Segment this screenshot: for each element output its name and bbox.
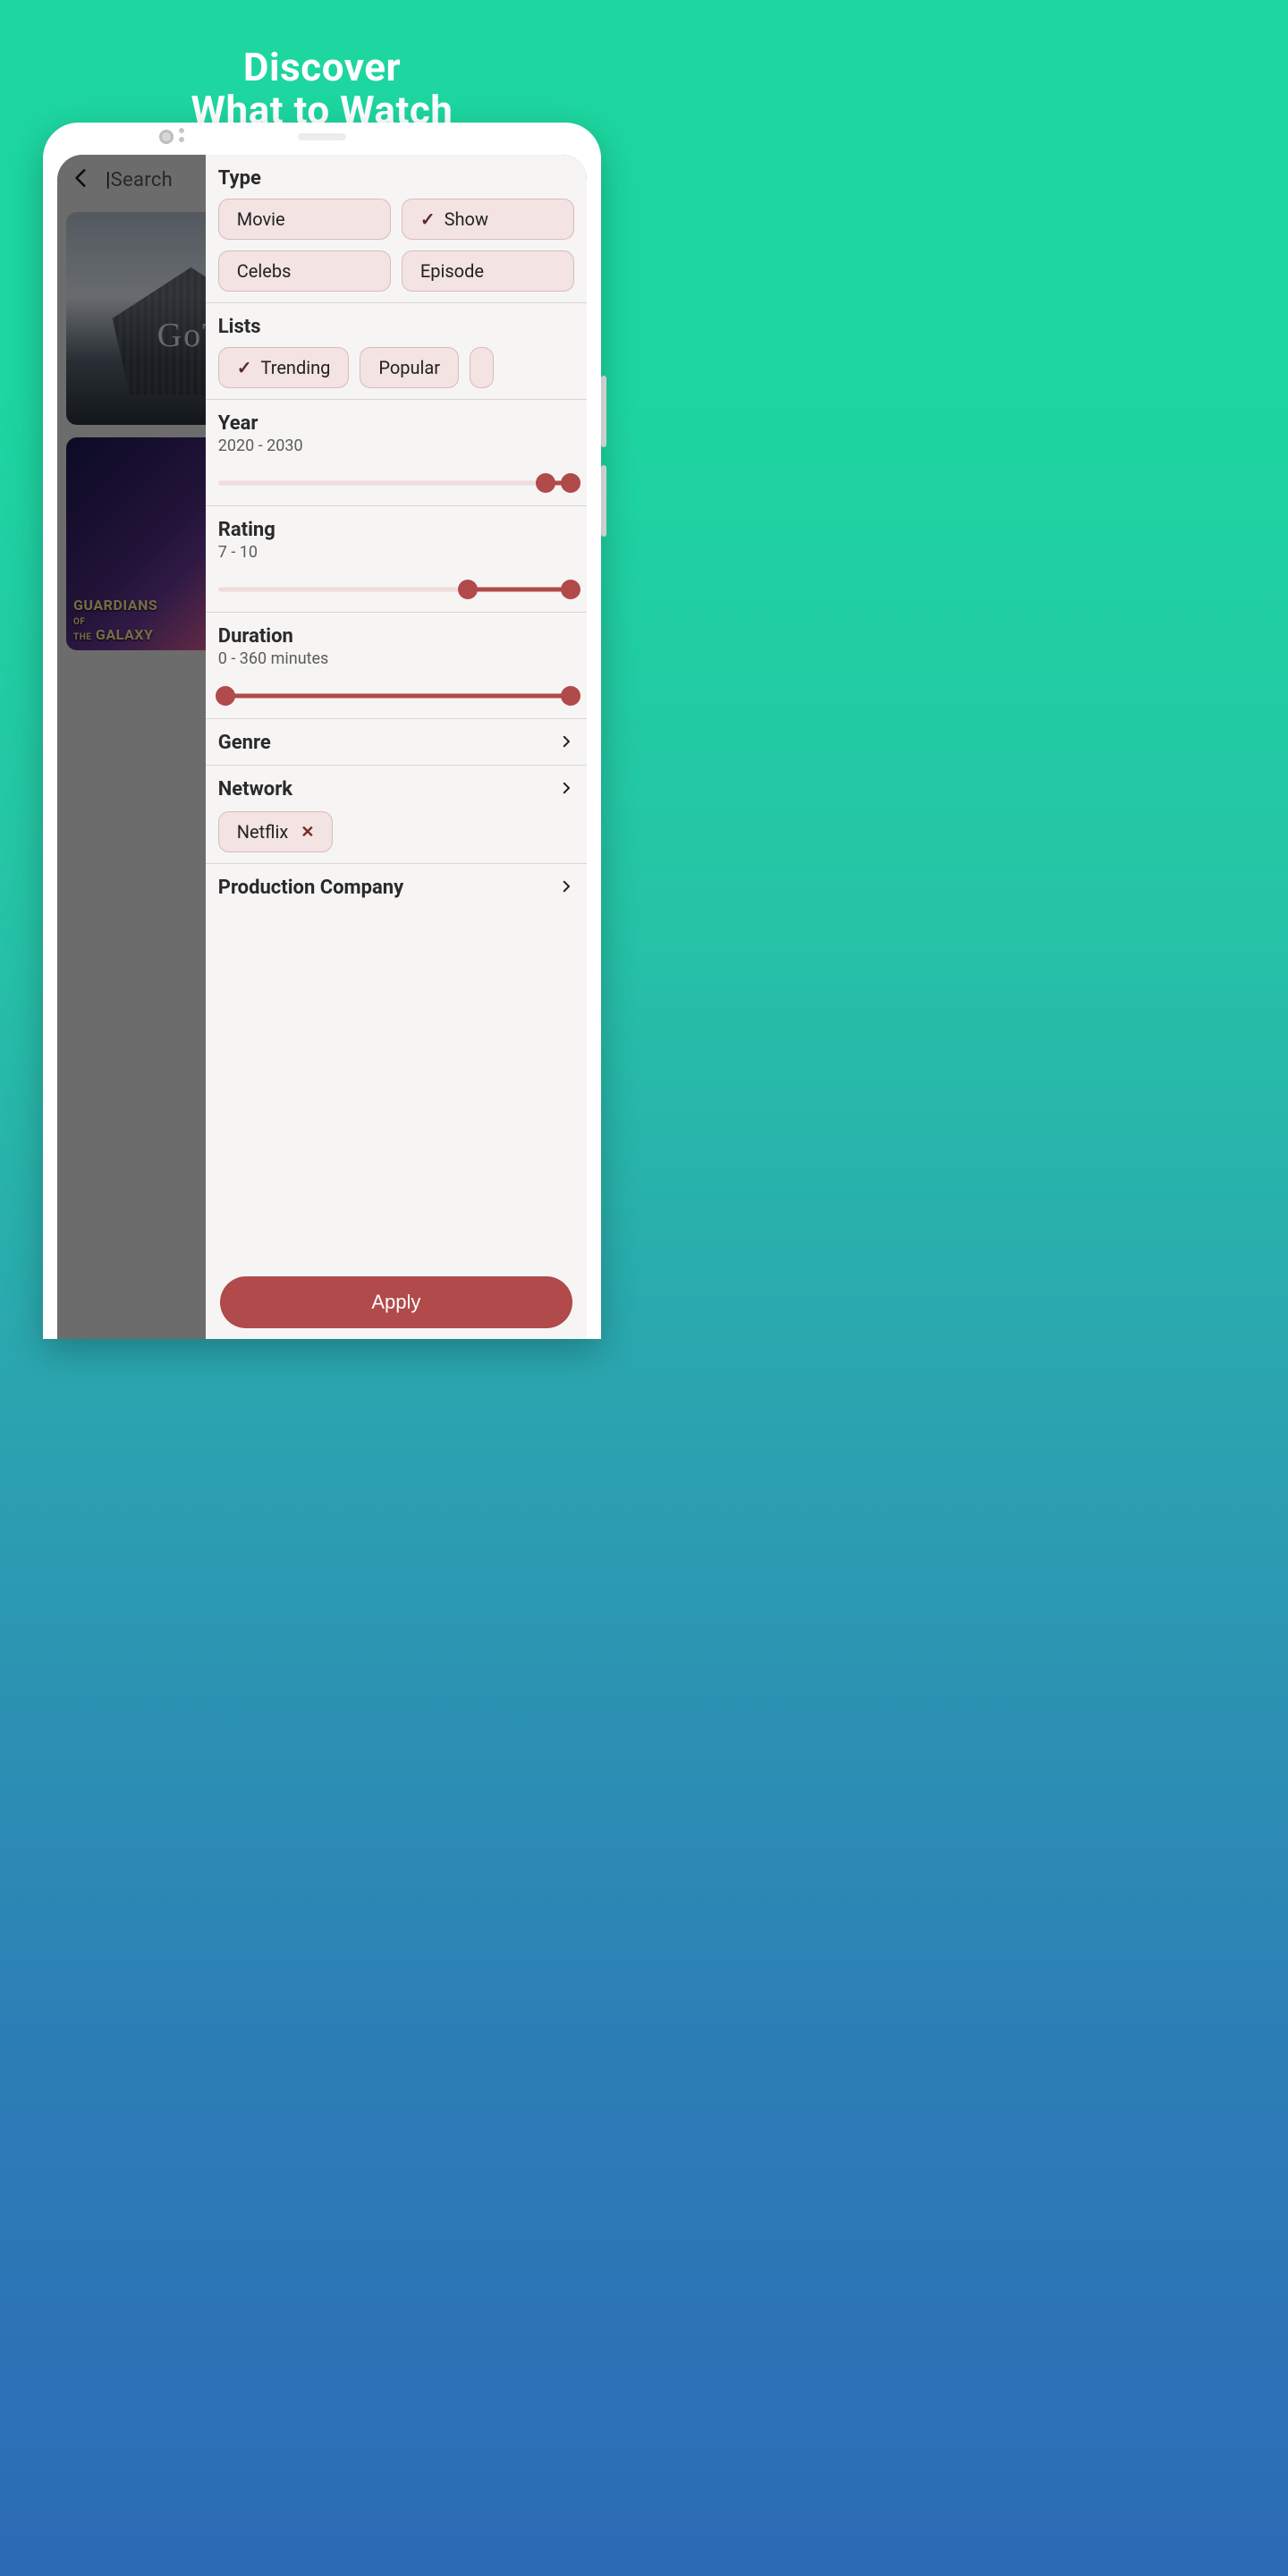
filter-section-rating: Rating 7 - 10 xyxy=(206,506,587,613)
rating-range-text: 7 - 10 xyxy=(218,543,574,562)
chip-type-episode[interactable]: Episode xyxy=(402,250,574,292)
chip-list-trending[interactable]: ✓Trending xyxy=(218,347,350,388)
hero-line-1: Discover xyxy=(243,44,401,90)
chip-type-show[interactable]: ✓Show xyxy=(402,199,574,240)
phone-side-button xyxy=(601,376,606,447)
section-title: Production Company xyxy=(218,877,403,899)
slider-thumb-min[interactable] xyxy=(458,580,478,599)
slider-thumb-max[interactable] xyxy=(561,686,580,706)
chip-list-popular[interactable]: Popular xyxy=(360,347,459,388)
chip-network-netflix[interactable]: Netflix ✕ xyxy=(218,811,334,852)
filter-row-genre[interactable]: Genre xyxy=(206,719,587,766)
camera-dot xyxy=(159,130,174,144)
phone-screen: |Search GoT 9.0 📺 DEADPOOL 8.3 🎬 GUARDIA… xyxy=(57,155,587,1339)
filter-row-network[interactable]: Network xyxy=(218,778,574,801)
phone-notch xyxy=(43,123,601,155)
apply-button[interactable]: Apply xyxy=(220,1276,572,1328)
section-title: Type xyxy=(218,167,574,190)
phone-frame: |Search GoT 9.0 📺 DEADPOOL 8.3 🎬 GUARDIA… xyxy=(43,123,601,1339)
section-title: Network xyxy=(218,778,292,801)
year-slider[interactable] xyxy=(218,471,574,495)
phone-side-button xyxy=(601,465,606,537)
year-range-text: 2020 - 2030 xyxy=(218,436,574,455)
section-title: Genre xyxy=(218,732,271,754)
section-title: Duration xyxy=(218,625,574,648)
hero-title: Discover What to Watch xyxy=(0,0,644,131)
duration-slider[interactable] xyxy=(218,684,574,708)
slider-thumb-max[interactable] xyxy=(561,473,580,493)
filter-panel: Type Movie ✓Show Celebs Episode Lists ✓T… xyxy=(206,155,587,1339)
duration-range-text: 0 - 360 minutes xyxy=(218,649,574,668)
filter-row-production[interactable]: Production Company xyxy=(206,864,587,962)
chip-type-celebs[interactable]: Celebs xyxy=(218,250,391,292)
check-icon: ✓ xyxy=(420,208,436,230)
filter-section-lists: Lists ✓Trending Popular xyxy=(206,303,587,400)
chip-type-movie[interactable]: Movie xyxy=(218,199,391,240)
chip-list-more[interactable] xyxy=(470,347,494,388)
filter-section-year: Year 2020 - 2030 xyxy=(206,400,587,506)
filter-section-duration: Duration 0 - 360 minutes xyxy=(206,613,587,719)
slider-thumb-min[interactable] xyxy=(536,473,555,493)
slider-thumb-max[interactable] xyxy=(561,580,580,599)
sensor-dots xyxy=(179,128,184,133)
speaker-slot xyxy=(298,133,346,140)
filter-section-type: Type Movie ✓Show Celebs Episode xyxy=(206,155,587,303)
chevron-right-icon xyxy=(558,733,574,753)
section-title: Rating xyxy=(218,519,574,541)
chevron-right-icon xyxy=(558,878,574,898)
section-title: Lists xyxy=(218,316,574,338)
chevron-right-icon xyxy=(558,780,574,800)
check-icon: ✓ xyxy=(237,357,252,378)
rating-slider[interactable] xyxy=(218,578,574,601)
slider-thumb-min[interactable] xyxy=(216,686,235,706)
section-title: Year xyxy=(218,412,574,435)
filter-section-network: Network Netflix ✕ xyxy=(206,766,587,864)
close-icon[interactable]: ✕ xyxy=(301,823,314,842)
